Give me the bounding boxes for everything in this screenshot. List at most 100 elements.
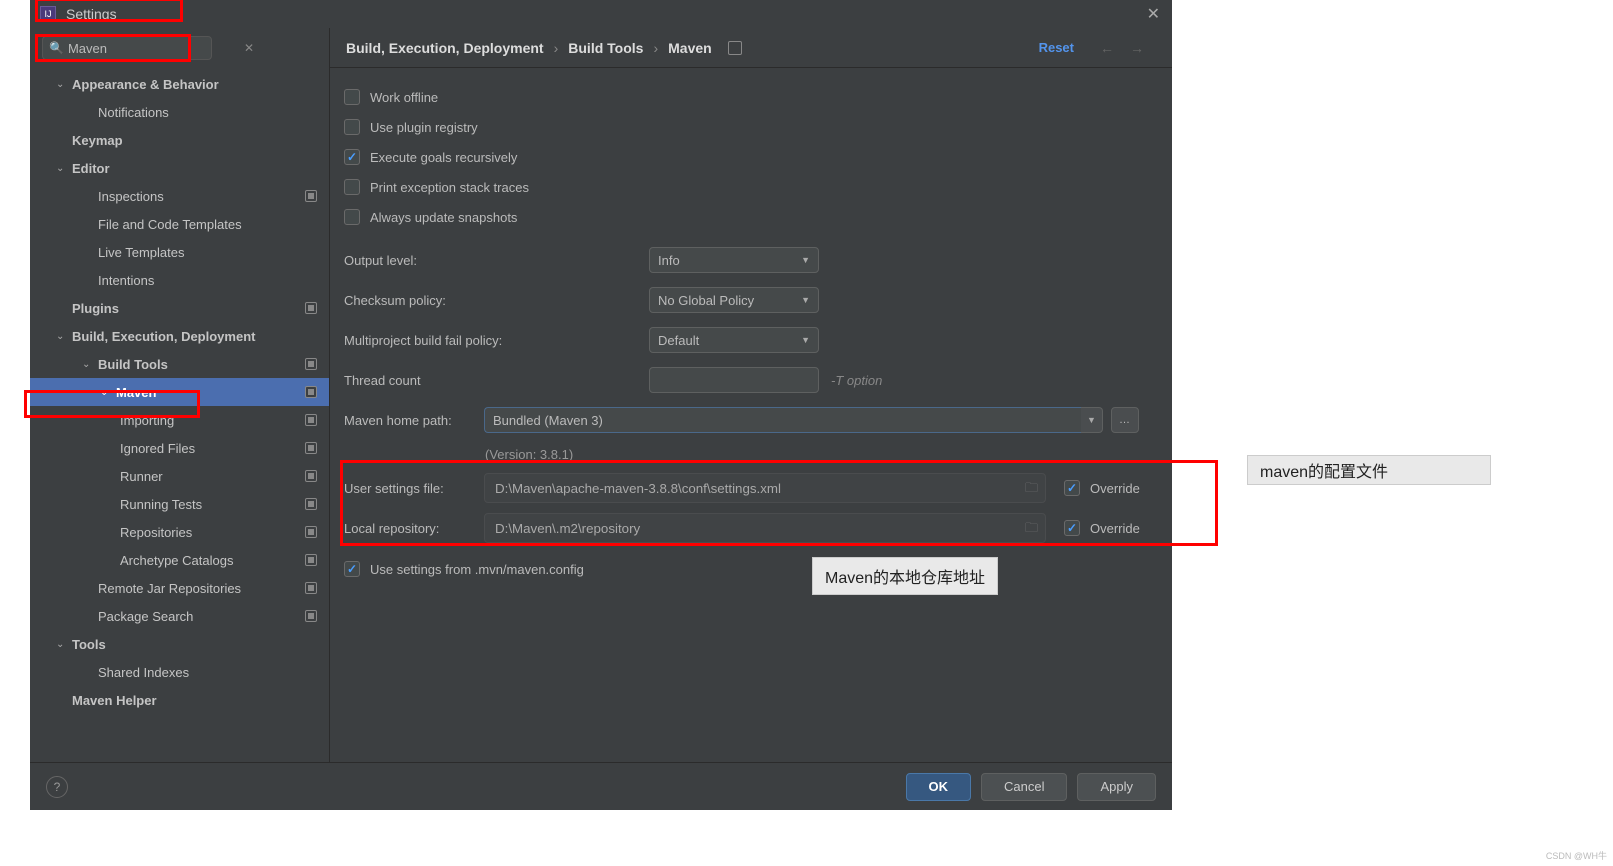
- thread-hint: -T option: [831, 373, 882, 388]
- checkbox[interactable]: [344, 89, 360, 105]
- tree-archetype-catalogs[interactable]: Archetype Catalogs: [30, 546, 329, 574]
- row-multiproject: Multiproject build fail policy: Default▼: [344, 320, 1152, 360]
- check-use-mvn-config[interactable]: Use settings from .mvn/maven.config: [344, 554, 1152, 584]
- callout-local-repo: Maven的本地仓库地址: [812, 557, 998, 595]
- project-badge-icon: [305, 358, 317, 370]
- chevron-right-icon: ›: [653, 40, 658, 56]
- row-home-path: Maven home path: Bundled (Maven 3) ▼ …: [344, 400, 1152, 440]
- checkbox[interactable]: [344, 179, 360, 195]
- select-output-level[interactable]: Info▼: [649, 247, 819, 273]
- apply-button[interactable]: Apply: [1077, 773, 1156, 801]
- tree-maven[interactable]: ⌄Maven: [30, 378, 329, 406]
- folder-icon[interactable]: 🗀: [1025, 479, 1038, 501]
- nav-back-icon[interactable]: ←: [1100, 40, 1114, 56]
- tree-runner[interactable]: Runner: [30, 462, 329, 490]
- row-checksum: Checksum policy: No Global Policy▼: [344, 280, 1152, 320]
- input-local-repo[interactable]: [484, 513, 1046, 543]
- tree-inspections[interactable]: Inspections: [30, 182, 329, 210]
- version-label: (Version: 3.8.1): [344, 440, 1152, 468]
- tree-plugins[interactable]: Plugins: [30, 294, 329, 322]
- main-panel: Build, Execution, Deployment › Build Too…: [330, 28, 1172, 762]
- select-multiproject[interactable]: Default▼: [649, 327, 819, 353]
- project-badge-icon: [305, 526, 317, 538]
- project-badge-icon: [305, 302, 317, 314]
- row-user-settings: User settings file: 🗀 Override: [344, 468, 1152, 508]
- input-thread-count[interactable]: [649, 367, 819, 393]
- cancel-button[interactable]: Cancel: [981, 773, 1067, 801]
- tree-ignored-files[interactable]: Ignored Files: [30, 434, 329, 462]
- input-user-settings[interactable]: [484, 473, 1046, 503]
- tree-appearance[interactable]: ⌄Appearance & Behavior: [30, 70, 329, 98]
- tree-importing[interactable]: Importing: [30, 406, 329, 434]
- help-icon[interactable]: ?: [46, 776, 68, 798]
- project-badge-icon: [305, 414, 317, 426]
- row-local-repo: Local repository: 🗀 Override: [344, 508, 1152, 548]
- settings-tree: ⌄Appearance & Behavior Notifications Key…: [30, 64, 329, 762]
- project-badge-icon: [305, 610, 317, 622]
- folder-icon[interactable]: 🗀: [1025, 519, 1038, 541]
- checkbox[interactable]: [344, 209, 360, 225]
- nav-forward-icon[interactable]: →: [1130, 40, 1144, 56]
- tree-notifications[interactable]: Notifications: [30, 98, 329, 126]
- row-thread-count: Thread count -T option: [344, 360, 1152, 400]
- select-checksum[interactable]: No Global Policy▼: [649, 287, 819, 313]
- check-execute-goals[interactable]: Execute goals recursively: [344, 142, 1152, 172]
- override-user-settings[interactable]: Override: [1064, 480, 1140, 496]
- check-print-exception[interactable]: Print exception stack traces: [344, 172, 1152, 202]
- breadcrumb-b[interactable]: Build Tools: [568, 40, 643, 56]
- tree-live-templates[interactable]: Live Templates: [30, 238, 329, 266]
- tree-repositories[interactable]: Repositories: [30, 518, 329, 546]
- tree-package-search[interactable]: Package Search: [30, 602, 329, 630]
- main-content: Work offline Use plugin registry Execute…: [330, 68, 1172, 762]
- breadcrumb-a[interactable]: Build, Execution, Deployment: [346, 40, 544, 56]
- tree-running-tests[interactable]: Running Tests: [30, 490, 329, 518]
- tree-keymap[interactable]: Keymap: [30, 126, 329, 154]
- clear-icon[interactable]: ✕: [244, 41, 254, 55]
- checkbox[interactable]: [1064, 520, 1080, 536]
- tree-shared-indexes[interactable]: Shared Indexes: [30, 658, 329, 686]
- project-badge-icon: [728, 41, 742, 55]
- window-title: Settings: [66, 6, 117, 22]
- tree-file-code-templates[interactable]: File and Code Templates: [30, 210, 329, 238]
- project-badge-icon: [305, 470, 317, 482]
- ok-button[interactable]: OK: [906, 773, 972, 801]
- breadcrumb-c[interactable]: Maven: [668, 40, 712, 56]
- dialog-footer: ? OK Cancel Apply: [30, 762, 1172, 810]
- project-badge-icon: [305, 582, 317, 594]
- chevron-down-icon: ▼: [801, 335, 810, 345]
- tree-intentions[interactable]: Intentions: [30, 266, 329, 294]
- checkbox[interactable]: [344, 561, 360, 577]
- select-home-path[interactable]: Bundled (Maven 3): [484, 407, 1081, 433]
- check-work-offline[interactable]: Work offline: [344, 82, 1152, 112]
- reset-link[interactable]: Reset: [1039, 40, 1074, 55]
- tree-maven-helper[interactable]: Maven Helper: [30, 686, 329, 714]
- tree-remote-jar[interactable]: Remote Jar Repositories: [30, 574, 329, 602]
- search-box[interactable]: 🔍 ✕: [42, 36, 212, 60]
- check-use-plugin-registry[interactable]: Use plugin registry: [344, 112, 1152, 142]
- override-local-repo[interactable]: Override: [1064, 520, 1140, 536]
- checkbox[interactable]: [344, 119, 360, 135]
- watermark: CSDN @WH牛: [1546, 849, 1607, 862]
- app-icon: IJ: [40, 6, 56, 22]
- tree-editor[interactable]: ⌄Editor: [30, 154, 329, 182]
- tree-bed[interactable]: ⌄Build, Execution, Deployment: [30, 322, 329, 350]
- checkbox[interactable]: [1064, 480, 1080, 496]
- close-icon[interactable]: ✕: [1147, 4, 1160, 24]
- project-badge-icon: [305, 498, 317, 510]
- browse-button[interactable]: …: [1111, 407, 1139, 433]
- search-input[interactable]: [68, 41, 244, 56]
- project-badge-icon: [305, 190, 317, 202]
- breadcrumb: Build, Execution, Deployment › Build Too…: [346, 40, 1039, 56]
- project-badge-icon: [305, 554, 317, 566]
- home-path-dropdown[interactable]: ▼: [1081, 407, 1103, 433]
- search-icon: 🔍: [49, 41, 64, 55]
- main-header: Build, Execution, Deployment › Build Too…: [330, 28, 1172, 68]
- project-badge-icon: [305, 442, 317, 454]
- settings-dialog: IJ Settings ✕ 🔍 ✕ ⌄Appearance & Behavior…: [30, 0, 1172, 810]
- tree-build-tools[interactable]: ⌄Build Tools: [30, 350, 329, 378]
- checkbox[interactable]: [344, 149, 360, 165]
- project-badge-icon: [305, 386, 317, 398]
- tree-tools[interactable]: ⌄Tools: [30, 630, 329, 658]
- check-always-update[interactable]: Always update snapshots: [344, 202, 1152, 232]
- callout-maven-config: maven的配置文件: [1247, 455, 1491, 485]
